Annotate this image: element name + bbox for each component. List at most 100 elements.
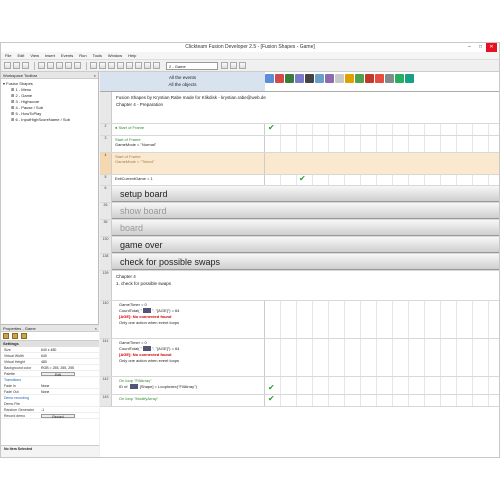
event-line-5[interactable]: 5 ExitCurrentGame = 1 ✔ (100, 174, 499, 186)
teal-object-icon[interactable] (405, 74, 414, 83)
player-object-icon[interactable] (325, 74, 334, 83)
window-title: Clickteam Fusion Developer 2.5 - [Fusion… (185, 44, 315, 50)
event-line-3[interactable]: 3 Start of Frame GameMode = "Normal" (100, 136, 499, 153)
frame-select[interactable]: 2 - Game (166, 61, 218, 70)
open-icon[interactable] (13, 62, 20, 69)
condition[interactable]: On loop "ModifyArray" (112, 395, 265, 406)
new-icon[interactable] (4, 62, 11, 69)
event-line-143[interactable]: 143 On loop "ModifyArray" ✔ (100, 394, 499, 407)
mouse-keyboard-icon[interactable] (315, 74, 324, 83)
menu-run[interactable]: Run (79, 53, 86, 58)
menu-help[interactable]: Help (128, 53, 136, 58)
run-application-icon[interactable] (90, 62, 97, 69)
properties-header: Properties - Game × (1, 325, 99, 332)
zoom-icon[interactable] (239, 62, 246, 69)
condition[interactable]: GameTimer = 0 CountTotal( " ", "[AGE]") =… (112, 301, 265, 338)
properties-toolbar (1, 332, 99, 341)
condition[interactable]: Start of Frame GameMode = "Timed" (112, 153, 265, 174)
frame-editor-icon[interactable] (126, 62, 133, 69)
group-setup-board[interactable]: 6 setup board (100, 186, 499, 203)
paste-icon[interactable] (56, 62, 63, 69)
condition[interactable]: On loop "FillArray" ID of [Shape] = Loop… (112, 377, 265, 394)
save-icon[interactable] (22, 62, 29, 69)
workspace-header: Workspace Toolbar × (1, 72, 98, 79)
object-icon (143, 346, 151, 352)
cut-icon[interactable] (38, 62, 45, 69)
properties-panel: Properties - Game × Settings Size 640 x 4… (1, 324, 99, 457)
palette-edit-button[interactable]: Edit (41, 371, 75, 377)
group-board[interactable]: 36 board (100, 220, 499, 237)
group-check-swaps[interactable]: 138 check for possible swaps (100, 254, 499, 271)
create-object-icon[interactable] (305, 74, 314, 83)
event-line-142[interactable]: 142 On loop "FillArray" ID of [Shape] = … (100, 377, 499, 395)
event-rows: Fusion Shapes by Krystian Rabe made for … (100, 92, 499, 457)
array-object-icon[interactable] (335, 74, 344, 83)
event-line-140[interactable]: 140 GameTimer = 0 CountTotal( " ", "[AGE]… (100, 301, 499, 339)
event-list-icon[interactable] (144, 62, 151, 69)
undo-icon[interactable] (65, 62, 72, 69)
storyboard-controls-icon[interactable] (285, 74, 294, 83)
condition[interactable]: ExitCurrentGame = 1 (112, 175, 265, 185)
event-editor-icon[interactable] (135, 62, 142, 69)
menu-bar: File Edit View Insert Events Run Tools W… (1, 52, 499, 60)
properties-footer: No Item Selected (1, 445, 99, 457)
toolbar-separator (34, 61, 35, 70)
minimize-icon[interactable]: – (464, 43, 475, 52)
maximize-icon[interactable]: □ (475, 43, 486, 52)
menu-window[interactable]: Window (108, 53, 122, 58)
chapter-comment[interactable]: 139 Chapter 4 1. check for possible swap… (100, 271, 499, 301)
shape-object-icon[interactable] (385, 74, 394, 83)
record-button[interactable]: Record (41, 413, 75, 419)
app-window: Clickteam Fusion Developer 2.5 - [Fusion… (0, 42, 500, 458)
menu-tools[interactable]: Tools (93, 53, 102, 58)
counter-object-icon[interactable] (345, 74, 354, 83)
event-line-141[interactable]: 141 GameTimer = 0 CountTotal( " ", "[AGE]… (100, 339, 499, 377)
menu-file[interactable]: File (5, 53, 11, 58)
workspace-panel: Workspace Toolbar × ▾ Fusion Shapes ⊞ 1 … (1, 72, 99, 457)
comment-row[interactable]: Fusion Shapes by Krystian Rabe made for … (100, 92, 499, 124)
group-show-board[interactable]: 26 show board (100, 203, 499, 220)
comment-text: Fusion Shapes by Krystian Rabe made for … (116, 95, 266, 100)
about-tab-icon[interactable] (21, 333, 27, 339)
group-game-over[interactable]: 130 game over (100, 237, 499, 254)
toolbar-separator (86, 61, 87, 70)
active-object-icon[interactable] (375, 74, 384, 83)
next-frame-icon[interactable] (230, 62, 237, 69)
green-object-icon[interactable] (395, 74, 404, 83)
event-line-4[interactable]: 4 Start of Frame GameMode = "Timed" (100, 153, 499, 175)
storyboard-icon[interactable] (117, 62, 124, 69)
menu-events[interactable]: Events (61, 53, 73, 58)
system-object-icon[interactable] (265, 74, 274, 83)
condition[interactable]: ● Start of Frame (112, 124, 265, 135)
score-object-icon[interactable] (365, 74, 374, 83)
event-line-2[interactable]: 2 ● Start of Frame ✔ (100, 123, 499, 136)
data-elements-icon[interactable] (153, 62, 160, 69)
redo-icon[interactable] (74, 62, 81, 69)
previous-frame-icon[interactable] (221, 62, 228, 69)
settings-tab-icon[interactable] (3, 333, 9, 339)
sound-object-icon[interactable] (275, 74, 284, 83)
run-frame-icon[interactable] (99, 62, 106, 69)
timer-object-icon[interactable] (295, 74, 304, 83)
checkmark-icon: ✔ (268, 383, 275, 392)
close-icon[interactable]: ✕ (486, 43, 497, 52)
condition[interactable]: GameTimer = 0 CountTotal( " ", "[AGE]") =… (112, 339, 265, 376)
checkmark-icon: ✔ (299, 174, 306, 183)
event-editor: All the events All the objects Fusion Sh… (100, 72, 499, 457)
prop-record-demo: Record demo Record (1, 413, 99, 419)
menu-view[interactable]: View (30, 53, 39, 58)
workspace-tree: ▾ Fusion Shapes ⊞ 1 - Menu ⊞ 2 - Game ⊞ … (1, 79, 98, 319)
close-icon[interactable]: × (95, 325, 97, 332)
event-editor-header: All the events All the objects (100, 72, 499, 92)
events-caption: All the events All the objects (100, 72, 265, 91)
runtime-tab-icon[interactable] (12, 333, 18, 339)
condition[interactable]: Start of Frame GameMode = "Normal" (112, 136, 265, 152)
menu-insert[interactable]: Insert (45, 53, 55, 58)
tree-frame[interactable]: ⊞ 6 - InputHighScoreName / Sub (3, 117, 96, 123)
string-object-icon[interactable] (355, 74, 364, 83)
menu-edit[interactable]: Edit (17, 53, 24, 58)
title-bar: Clickteam Fusion Developer 2.5 - [Fusion… (1, 43, 499, 52)
build-icon[interactable] (108, 62, 115, 69)
close-icon[interactable]: × (94, 72, 96, 79)
copy-icon[interactable] (47, 62, 54, 69)
